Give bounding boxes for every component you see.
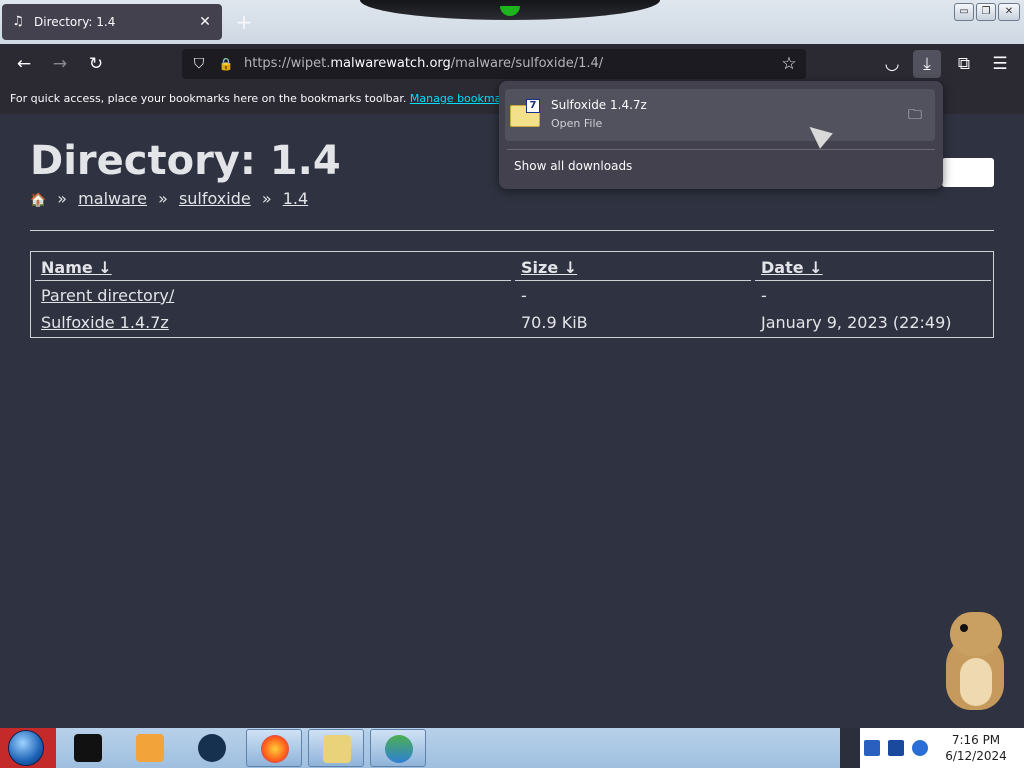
terminal-icon xyxy=(74,734,102,762)
folder-explorer-icon xyxy=(323,735,351,763)
start-button[interactable] xyxy=(0,728,56,768)
show-all-downloads-button[interactable]: Show all downloads xyxy=(514,159,632,173)
breadcrumb-malware[interactable]: malware xyxy=(78,189,147,208)
title-ornament xyxy=(360,0,660,20)
firefox-icon xyxy=(261,735,289,763)
close-tab-icon[interactable]: ✕ xyxy=(196,13,214,31)
header-rule xyxy=(755,280,991,281)
url-text[interactable]: https://wipet.malwarewatch.org/malware/s… xyxy=(244,49,603,79)
downloads-button[interactable]: ⤓ xyxy=(913,50,941,78)
sort-by-date-header[interactable]: Date ↓ xyxy=(761,254,823,281)
page-content: Directory: 1.4 🏠 » malware » sulfoxide »… xyxy=(0,114,1024,728)
taskbar-app-firefox[interactable] xyxy=(246,729,302,767)
extensions-icon[interactable]: ⧉ xyxy=(950,50,978,78)
tab-strip: ♫ Directory: 1.4 ✕ + ▭ ❐ ✕ xyxy=(0,0,1024,44)
divider xyxy=(30,230,994,231)
pocket-icon[interactable]: ◡ xyxy=(878,50,906,78)
messenger-icon xyxy=(385,735,413,763)
tray-icons xyxy=(864,740,928,756)
ornament-gem xyxy=(500,6,520,16)
taskbar: 7:16 PM 6/12/2024 xyxy=(0,728,1024,768)
url-prefix: https://wipet. xyxy=(244,56,331,71)
shield-tray-icon[interactable] xyxy=(864,740,880,756)
table-header: Name ↓ Size ↓ Date ↓ xyxy=(31,254,993,281)
url-host: malwarewatch.org xyxy=(330,56,451,71)
volume-tray-icon[interactable] xyxy=(912,740,928,756)
breadcrumb-separator: » xyxy=(158,189,168,208)
reload-button[interactable]: ↻ xyxy=(82,50,110,78)
star-bookmark-icon[interactable]: ☆ xyxy=(778,49,800,79)
lock-icon[interactable]: 🔒 xyxy=(215,49,237,79)
download-file-name: Sulfoxide 1.4.7z xyxy=(551,98,647,112)
breadcrumb-sulfoxide[interactable]: sulfoxide xyxy=(179,189,251,208)
row-date: - xyxy=(761,286,767,305)
bookmarks-message: For quick access, place your bookmarks h… xyxy=(10,92,407,105)
taskbar-app-explorer[interactable] xyxy=(308,729,364,767)
clock-date: 6/12/2024 xyxy=(945,749,1007,763)
network-tray-icon[interactable] xyxy=(888,740,904,756)
navigation-bar: ← → ↻ ⛉ 🔒 https://wipet.malwarewatch.org… xyxy=(0,44,1024,84)
table-row: Sulfoxide 1.4.7z 70.9 KiB January 9, 202… xyxy=(31,309,993,336)
parent-directory-link[interactable]: Parent directory/ xyxy=(41,282,174,309)
file-link[interactable]: Sulfoxide 1.4.7z xyxy=(41,309,169,336)
shield-icon[interactable]: ⛉ xyxy=(188,49,210,79)
7z-badge: 7 xyxy=(526,99,540,113)
downloads-panel: 7 Sulfoxide 1.4.7z Open File 🗀 Show all … xyxy=(499,81,943,189)
header-rule xyxy=(35,280,511,281)
clock-time: 7:16 PM xyxy=(951,733,1001,747)
taskbar-app-network[interactable] xyxy=(184,729,240,767)
menu-icon[interactable]: ☰ xyxy=(986,50,1014,78)
home-icon[interactable]: 🏠 xyxy=(30,193,46,208)
breadcrumb-1-4[interactable]: 1.4 xyxy=(283,189,308,208)
tab-directory[interactable]: ♫ Directory: 1.4 ✕ xyxy=(2,4,222,40)
sort-by-name-header[interactable]: Name ↓ xyxy=(41,254,112,281)
row-date: January 9, 2023 (22:49) xyxy=(761,313,952,332)
download-status: Open File xyxy=(551,117,603,130)
hamster-head xyxy=(950,612,1002,656)
tab-title: Directory: 1.4 xyxy=(34,15,116,29)
hamster-mascot xyxy=(930,608,1010,712)
restore-button[interactable]: ❐ xyxy=(976,3,996,21)
directory-table: Name ↓ Size ↓ Date ↓ Parent directory/ -… xyxy=(30,251,994,338)
tray-separator xyxy=(840,728,860,768)
row-size: - xyxy=(521,286,527,305)
window-controls: ▭ ❐ ✕ xyxy=(954,3,1020,21)
clock[interactable]: 7:16 PM 6/12/2024 xyxy=(938,732,1014,764)
url-bar[interactable]: ⛉ 🔒 https://wipet.malwarewatch.org/malwa… xyxy=(182,49,806,79)
forward-button[interactable]: → xyxy=(46,50,74,78)
media-player-icon xyxy=(136,734,164,762)
row-size: 70.9 KiB xyxy=(521,313,588,332)
hamster-eye xyxy=(960,624,968,632)
back-button[interactable]: ← xyxy=(10,50,38,78)
page-title: Directory: 1.4 xyxy=(30,138,341,184)
new-tab-button[interactable]: + xyxy=(232,10,256,34)
breadcrumb: 🏠 » malware » sulfoxide » 1.4 xyxy=(30,189,308,208)
taskbar-app-terminal[interactable] xyxy=(60,729,116,767)
globe-icon xyxy=(198,734,226,762)
windows-orb-icon xyxy=(8,730,44,766)
search-input[interactable] xyxy=(942,158,994,187)
breadcrumb-separator: » xyxy=(261,189,272,208)
panel-divider xyxy=(507,149,935,150)
hamster-belly xyxy=(960,658,992,706)
table-row: Parent directory/ - - xyxy=(31,282,993,309)
header-rule xyxy=(515,280,751,281)
taskbar-app-messenger[interactable] xyxy=(370,729,426,767)
sort-by-size-header[interactable]: Size ↓ xyxy=(521,254,577,281)
breadcrumb-separator: » xyxy=(57,189,68,208)
download-item[interactable]: 7 Sulfoxide 1.4.7z Open File 🗀 xyxy=(505,89,935,141)
show-in-folder-icon[interactable]: 🗀 xyxy=(905,105,925,125)
minimize-button[interactable]: ▭ xyxy=(954,3,974,21)
7z-file-icon: 7 xyxy=(510,99,542,127)
taskbar-app-media-player[interactable] xyxy=(122,729,178,767)
music-note-icon: ♫ xyxy=(12,14,24,29)
close-window-button[interactable]: ✕ xyxy=(998,3,1020,21)
url-path: /malware/sulfoxide/1.4/ xyxy=(450,56,604,71)
